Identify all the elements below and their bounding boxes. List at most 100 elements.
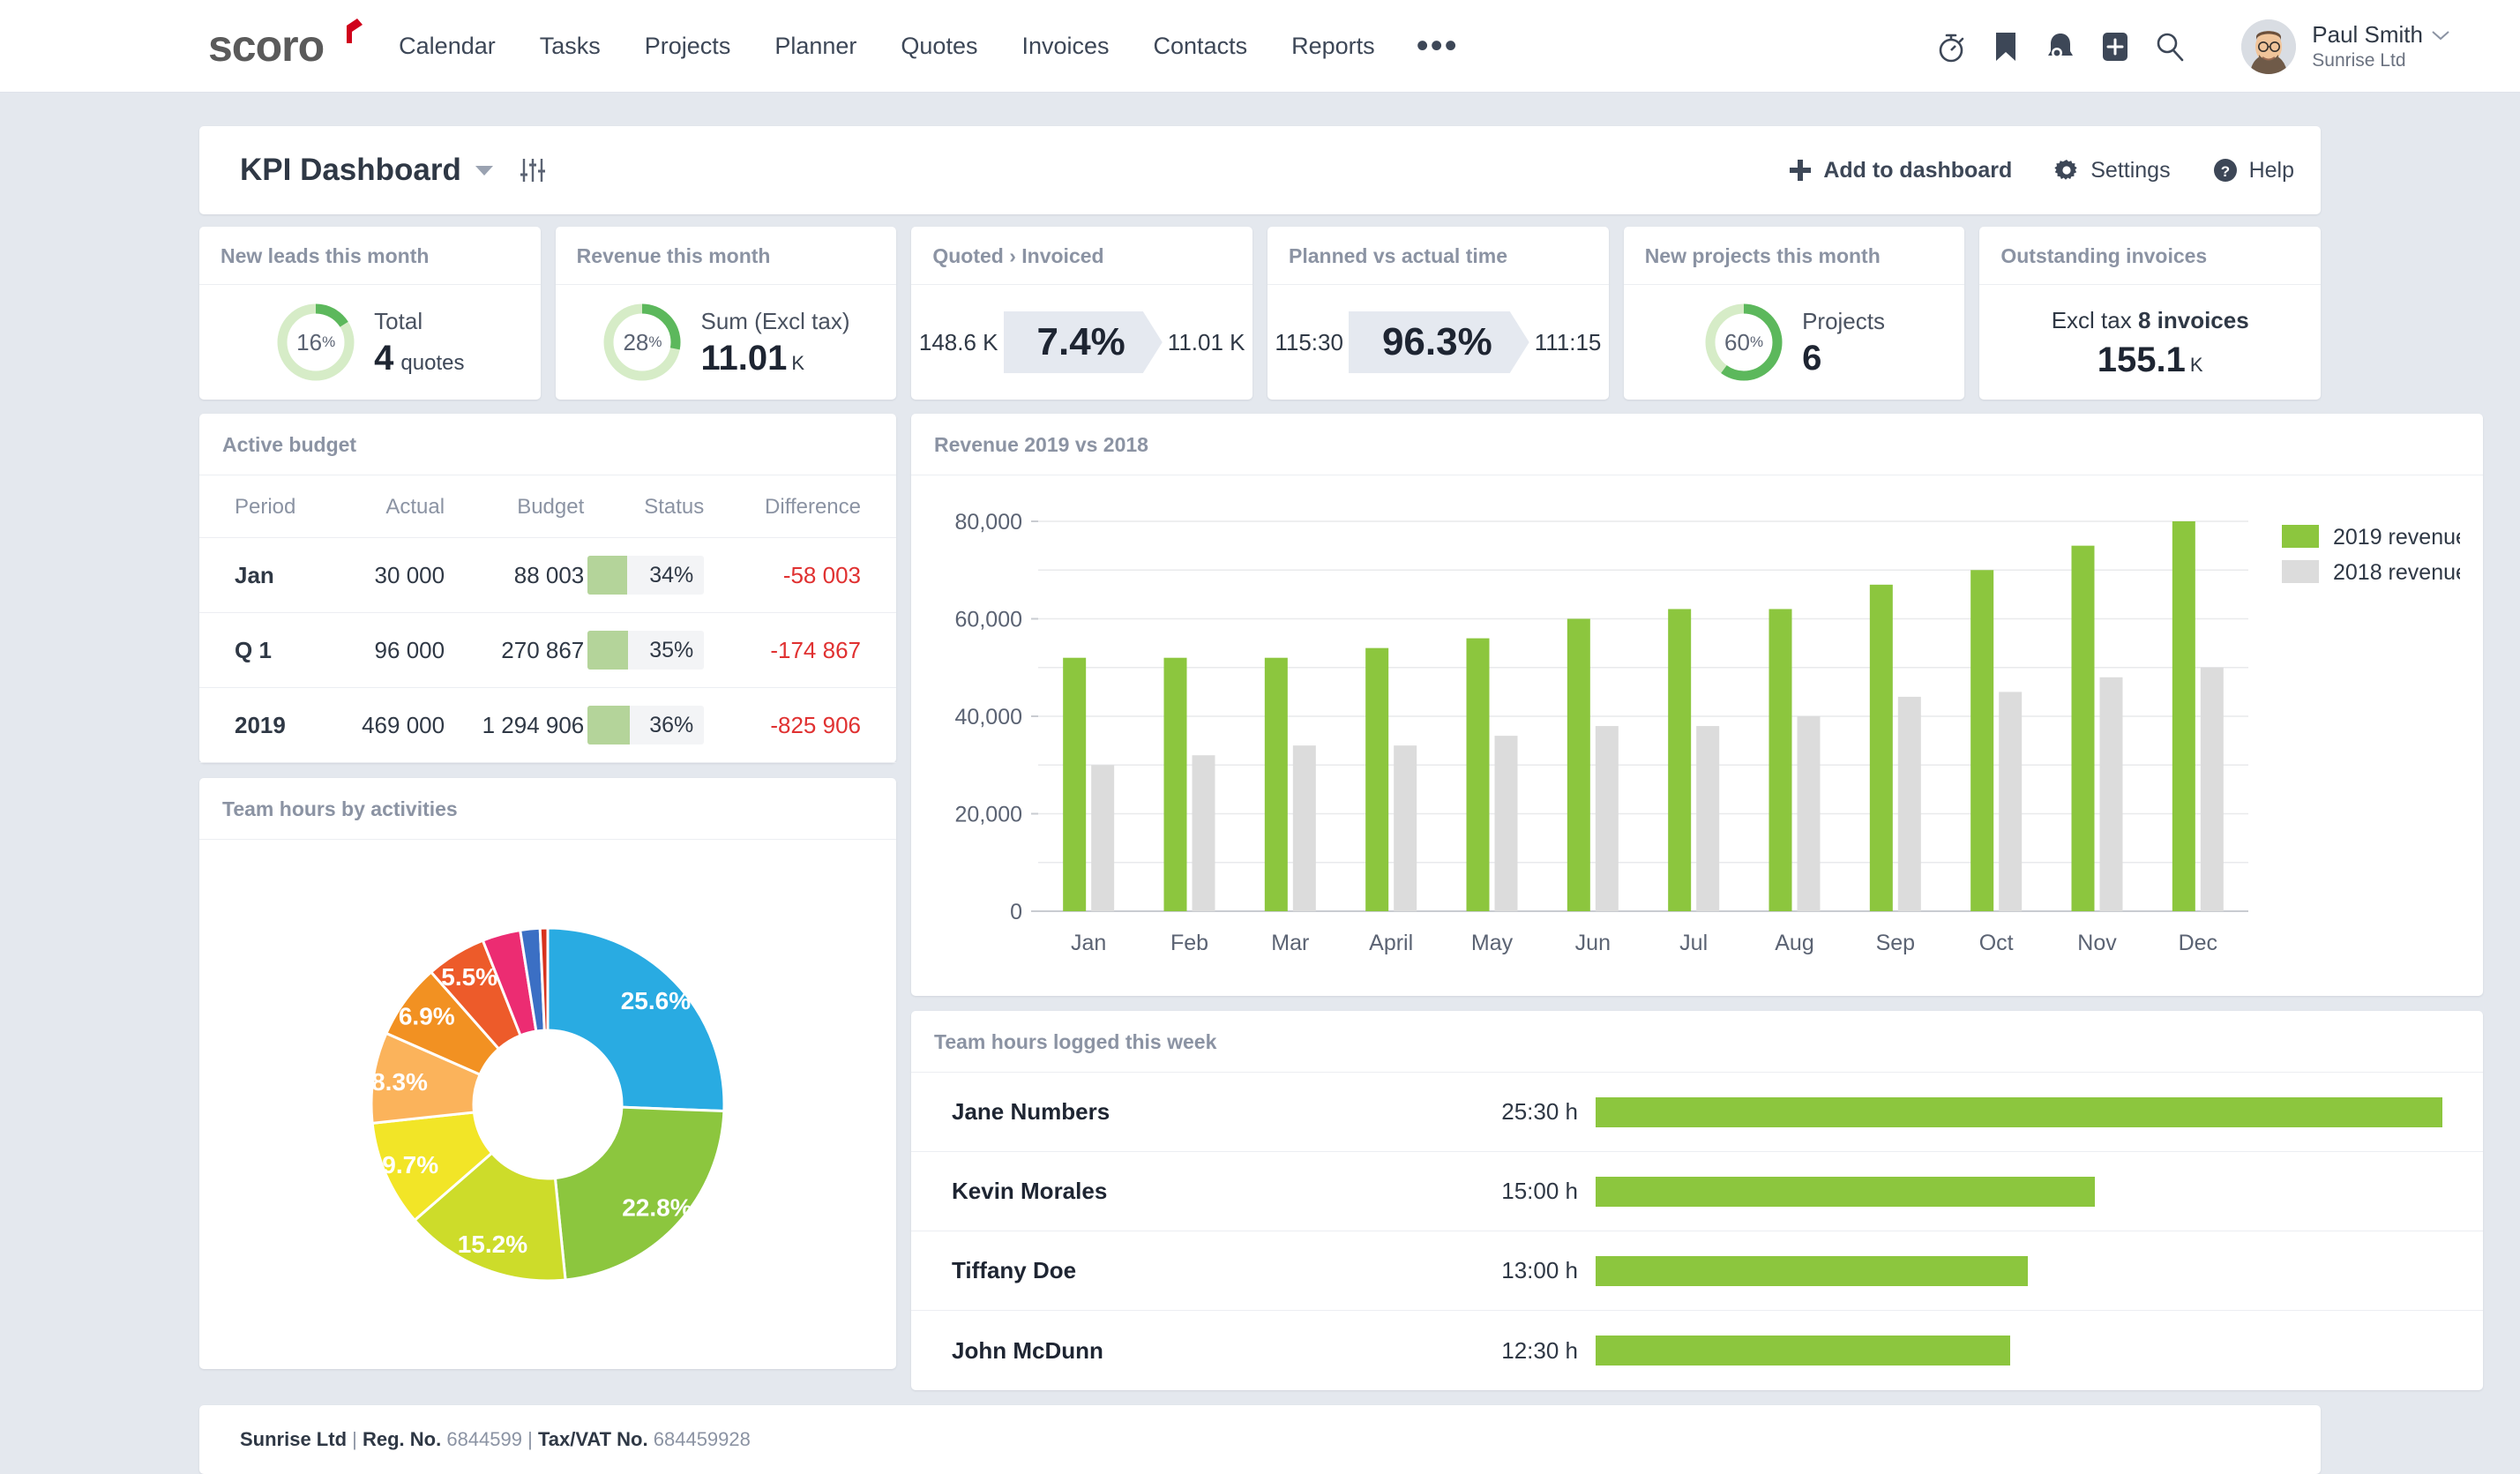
nav-item-reports[interactable]: Reports (1269, 33, 1397, 60)
kpi-card-planned-vs-actual[interactable]: Planned vs actual time 115:30 96.3% 111:… (1267, 227, 1609, 400)
revenue-bar-chart-svg: 0 20,000 40,000 60,000 80,000 Jan Feb Mar April M… (955, 510, 2460, 955)
kpi-card-header: Quoted › Invoiced (911, 227, 1253, 285)
revenue-chart-body[interactable]: 0 20,000 40,000 60,000 80,000 Jan Feb Mar April M… (911, 475, 2483, 996)
list-item[interactable]: Tiffany Doe 13:00 h (911, 1231, 2483, 1311)
cell-budget: 1 294 906 (445, 687, 585, 763)
table-row[interactable]: Jan 30 000 88 003 34% -58 003 (199, 537, 896, 613)
status-value: 34% (649, 562, 694, 587)
list-item[interactable]: Jane Numbers 25:30 h (911, 1073, 2483, 1152)
help-label: Help (2248, 157, 2294, 183)
timer-icon[interactable] (1924, 19, 1978, 74)
kpi-value-number: 155.1 (2097, 340, 2186, 379)
footer-vat-label: Tax/VAT No. (537, 1428, 648, 1450)
svg-text:Aug: Aug (1775, 931, 1813, 955)
chevron-down-icon (2432, 30, 2449, 40)
team-member-hours: 25:30 h (1501, 1098, 1578, 1125)
svg-text:8.3%: 8.3% (371, 1068, 428, 1096)
gauge-value: 60% (1724, 328, 1764, 355)
kpi-title: Quoted › Invoiced (932, 244, 1104, 267)
kpi-title: New leads this month (221, 244, 430, 267)
kpi-card-body: 148.6 K 7.4% 11.01 K (911, 285, 1253, 400)
cell-actual: 30 000 (331, 537, 445, 613)
kpi-card-revenue[interactable]: Revenue this month 28% Sum (Excl tax) 11… (555, 227, 897, 400)
donut-chart[interactable]: 25.6% 22.8% 15.2% 9.7% 8.3% 6.9% 5.5% (199, 840, 896, 1369)
scoro-logo[interactable]: scoro (208, 19, 363, 68)
gauge-chart: 16% (275, 302, 356, 383)
kpi-card-new-leads[interactable]: New leads this month 16% Total 4 quotes (199, 227, 541, 400)
column-header-actual: Actual (331, 475, 445, 538)
user-org: Sunrise Ltd (2312, 50, 2406, 71)
kpi-card-body: 16% Total 4 quotes (199, 285, 541, 400)
status-bar-fill (587, 631, 629, 670)
svg-text:?: ? (2220, 163, 2229, 180)
table-row[interactable]: Q 1 96 000 270 867 35% -174 867 (199, 612, 896, 688)
kpi-card-quoted-invoiced[interactable]: Quoted › Invoiced 148.6 K 7.4% 11.01 K (911, 227, 1253, 400)
list-item[interactable]: John McDunn 12:30 h (911, 1311, 2483, 1390)
gauge-chart: 28% (602, 302, 683, 383)
kpi-value-number: 6 (1802, 339, 1822, 378)
revenue-chart-panel: Revenue 2019 vs 2018 0 20,000 40,000 60,000… (911, 414, 2483, 996)
team-hours-week-title: Team hours logged this week (934, 1030, 1217, 1053)
ribbon-right-value: 111:15 (1534, 328, 1602, 355)
search-icon[interactable] (2142, 19, 2197, 74)
kpi-value: 155.1 K (2098, 341, 2203, 378)
nav-item-quotes[interactable]: Quotes (879, 33, 999, 60)
kpi-card-header: Outstanding invoices (1979, 227, 2322, 285)
kpi-caption: Excl tax 8 invoices (2052, 307, 2249, 334)
kpi-card-new-projects[interactable]: New projects this month 60% Projects 6 (1623, 227, 1965, 400)
svg-text:5.5%: 5.5% (441, 963, 497, 991)
svg-text:Sep: Sep (1876, 931, 1915, 955)
active-budget-table: Period Actual Budget Status Difference J… (199, 475, 896, 763)
kpi-card-outstanding-invoices[interactable]: Outstanding invoices Excl tax 8 invoices… (1979, 227, 2322, 400)
nav-item-tasks[interactable]: Tasks (518, 33, 623, 60)
kpi-card-header: New projects this month (1623, 227, 1965, 285)
nav-item-planner[interactable]: Planner (752, 33, 879, 60)
add-icon[interactable] (2088, 19, 2142, 74)
kpi-card-body: 28% Sum (Excl tax) 11.01 K (556, 285, 897, 400)
kpi-value-unit: K (791, 352, 805, 374)
bookmark-icon[interactable] (1978, 19, 2033, 74)
svg-text:Feb: Feb (1170, 931, 1208, 955)
nav-more-menu-icon[interactable]: ••• (1397, 28, 1478, 64)
active-budget-title: Active budget (222, 433, 357, 456)
cell-actual: 469 000 (331, 687, 445, 763)
svg-text:Nov: Nov (2077, 931, 2117, 955)
help-button[interactable]: ? Help (2213, 158, 2294, 183)
ribbon-center-value: 7.4% (1004, 311, 1163, 373)
team-hours-bar-track (1596, 1336, 2442, 1366)
avatar (2241, 19, 2297, 74)
page-content: KPI Dashboard Add to dashboard Settings (0, 93, 2520, 1474)
kpi-caption-bold: 8 invoices (2137, 306, 2249, 333)
svg-text:15.2%: 15.2% (458, 1231, 527, 1258)
team-hours-bar-track (1596, 1096, 2442, 1127)
cell-difference: -174 867 (716, 612, 896, 688)
kpi-card-header: Revenue this month (555, 227, 897, 285)
top-navigation-bar: scoro Calendar Tasks Projects Planner Qu… (0, 0, 2520, 93)
cell-actual: 96 000 (331, 612, 445, 688)
ribbon-comparison: 148.6 K 7.4% 11.01 K (919, 311, 1245, 373)
kpi-subtitle: Sum (Excl tax) (700, 308, 850, 334)
svg-text:April: April (1369, 931, 1413, 955)
sliders-icon[interactable] (520, 157, 546, 183)
table-row[interactable]: 2019 469 000 1 294 906 36% -825 906 (199, 687, 896, 763)
page-title: KPI Dashboard (240, 153, 461, 187)
dashboard-dropdown-icon[interactable] (475, 165, 493, 176)
team-hours-bar-track (1596, 1176, 2442, 1207)
column-header-status: Status (584, 475, 717, 538)
nav-item-invoices[interactable]: Invoices (999, 33, 1131, 60)
add-to-dashboard-button[interactable]: Add to dashboard (1789, 158, 2012, 183)
nav-item-projects[interactable]: Projects (623, 33, 753, 60)
bell-icon[interactable] (2033, 19, 2088, 74)
table-header-row: Period Actual Budget Status Difference (199, 475, 896, 538)
user-meta: Paul Smith Sunrise Ltd (2312, 21, 2449, 71)
nav-item-contacts[interactable]: Contacts (1132, 33, 1270, 60)
nav-item-calendar[interactable]: Calendar (377, 33, 518, 60)
user-menu[interactable]: Paul Smith Sunrise Ltd (2241, 19, 2449, 74)
kpi-value: 6 (1802, 340, 1885, 377)
status-bar: 34% (587, 556, 705, 595)
list-item[interactable]: Kevin Morales 15:00 h (911, 1152, 2483, 1231)
kpi-value: 4 quotes (374, 340, 464, 377)
kpi-figures: Excl tax 8 invoices 155.1 K (2052, 307, 2249, 378)
user-name: Paul Smith (2312, 21, 2449, 49)
settings-button[interactable]: Settings (2054, 158, 2171, 183)
